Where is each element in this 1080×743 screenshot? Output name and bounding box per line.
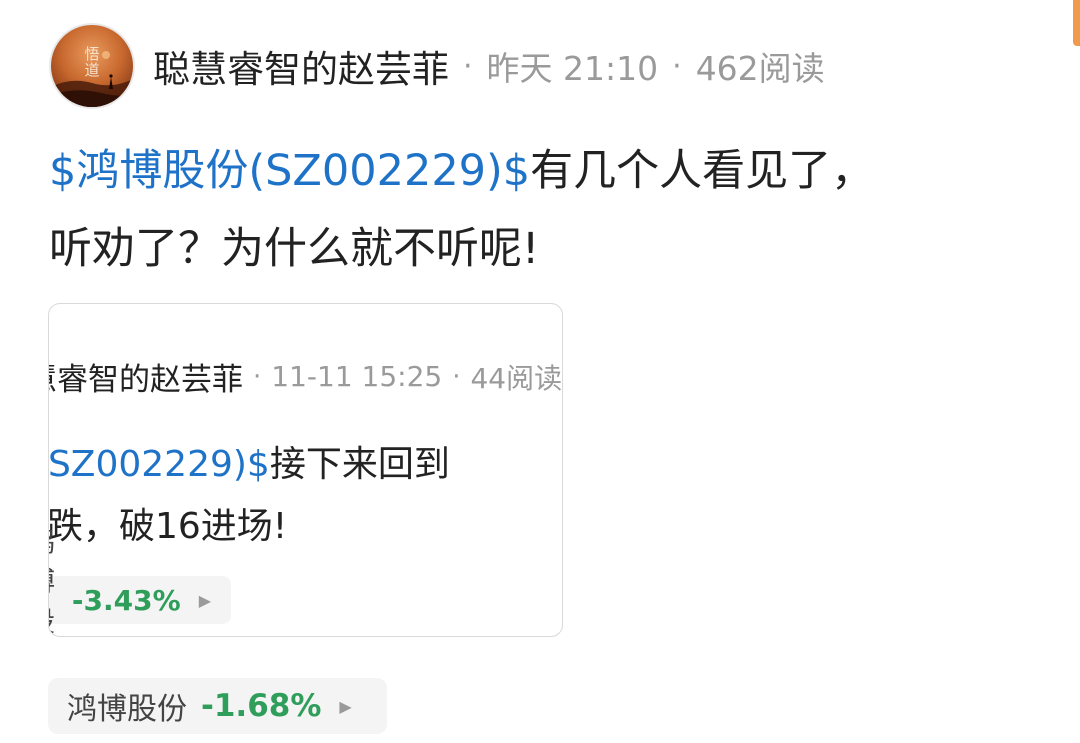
stock-chip-change: -1.68% — [201, 688, 322, 724]
quoted-text-line2: 回调，不止跌，破16进场! — [48, 506, 288, 547]
quoted-stock-chip[interactable]: 鸿博股份 -3.43% ▶ — [49, 525, 231, 636]
quoted-stock-tag-link[interactable]: $鸿博股份(SZ002229)$ — [49, 444, 270, 485]
meta-separator: · — [452, 361, 461, 392]
quoted-read-count: 44阅读 — [470, 361, 563, 395]
avatar-calligraphy-2: 道 — [84, 61, 99, 79]
meta-separator: · — [253, 361, 262, 392]
quoted-post-header: 聪慧睿智的赵芸菲 · 11-11 15:25 · 44阅读 — [49, 354, 563, 399]
quoted-author-name: 聪慧睿智的赵芸菲 — [49, 362, 243, 398]
quoted-chip-name: 鸿博股份 — [49, 520, 60, 636]
meta-separator: · — [672, 48, 682, 84]
read-count: 462阅读 — [695, 49, 825, 88]
post-time: 昨天 21:10 — [486, 49, 659, 88]
play-triangle-icon: ▶ — [339, 696, 352, 716]
stock-chip[interactable]: 鸿博股份 -1.68% ▶ — [48, 678, 387, 734]
avatar-illustration: 悟 道 — [51, 45, 133, 107]
author-name[interactable]: 聪慧睿智的赵芸菲 — [153, 39, 449, 93]
meta-separator: · — [463, 48, 473, 84]
avatar[interactable]: 悟 道 — [49, 23, 135, 109]
scroll-indicator — [1073, 0, 1080, 46]
stock-chip-name: 鸿博股份 — [67, 692, 187, 727]
post-text-line2: 听劝了？为什么就不听呢! — [49, 224, 540, 274]
post-header: 悟 道 聪慧睿智的赵芸菲 · 昨天 21:10 · 462阅读 — [49, 22, 825, 110]
stock-tag-link[interactable]: $鸿博股份(SZ002229)$ — [49, 146, 530, 196]
quoted-post-text: $鸿博股份(SZ002229)$接下来回到 回调，不止跌，破16进场! — [48, 434, 562, 558]
quoted-text-line2-content: 回调，不止跌，破16进场! — [48, 506, 288, 547]
play-triangle-icon: ▶ — [198, 590, 211, 610]
post-body: $鸿博股份(SZ002229)$有几个人看见了， 听劝了？为什么就不听呢! — [49, 132, 1009, 288]
quoted-text-line1: 接下来回到 — [269, 444, 450, 485]
quoted-post-card[interactable]: 聪慧睿智的赵芸菲 · 11-11 15:25 · 44阅读 $鸿博股份(SZ00… — [48, 303, 563, 637]
quoted-chip-change: -3.43% — [71, 583, 181, 617]
quoted-post-time: 11-11 15:25 — [271, 360, 443, 393]
avatar-image: 悟 道 — [51, 25, 133, 107]
post-text-line1: 有几个人看见了， — [530, 146, 875, 196]
